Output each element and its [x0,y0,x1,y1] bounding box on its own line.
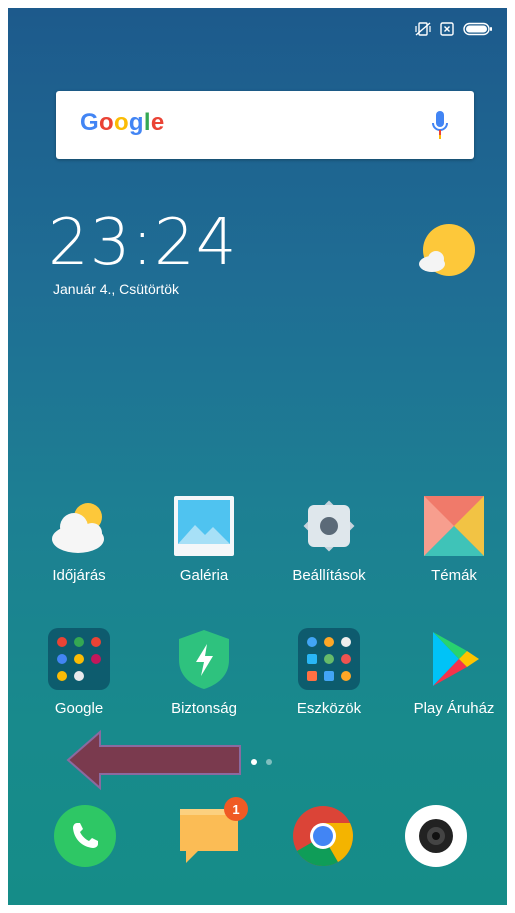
clock-time[interactable]: 23:24 [48,208,237,278]
clock-date[interactable]: Január 4., Csütörtök [53,281,179,297]
sim-card-x-icon [440,22,454,36]
sun-cloud-icon[interactable] [418,221,476,279]
app-label: Témák [431,567,477,584]
app-label: Biztonság [171,700,237,717]
app-label: Időjárás [52,567,106,584]
app-tools-folder[interactable]: Eszközök [274,628,384,717]
chrome-icon [293,806,353,867]
vibrate-off-icon [415,22,431,36]
app-label: Play Áruház [413,700,495,717]
dock-messages[interactable]: 1 [178,797,248,867]
camera-icon [405,805,467,867]
weather-icon [48,495,110,557]
app-label: Google [54,700,104,717]
logo-letter: l [143,109,151,136]
page-dot-active[interactable] [251,759,257,765]
themes-icon [423,495,485,557]
battery-full-icon [463,22,492,36]
dock-phone[interactable] [54,805,116,867]
dock-camera[interactable] [405,805,467,867]
play-store-icon [423,628,485,690]
home-screen: Google 23:24 Január 4., Csütörtök Időjár… [8,8,507,905]
app-play-store[interactable]: Play Áruház [399,628,507,717]
app-google-folder[interactable]: Google [24,628,134,717]
app-security[interactable]: Biztonság [149,628,259,717]
gallery-icon [173,495,235,557]
app-themes[interactable]: Témák [399,495,507,584]
google-search-bar[interactable]: Google [56,91,474,159]
app-label: Eszközök [296,700,362,717]
logo-letter: e [150,109,165,136]
app-weather[interactable]: Időjárás [24,495,134,584]
app-label: Beállítások [292,567,366,584]
logo-letter: o [98,109,114,136]
logo-letter: o [113,109,129,136]
app-gallery[interactable]: Galéria [149,495,259,584]
app-settings[interactable]: Beállítások [274,495,384,584]
microphone-icon[interactable] [430,110,450,140]
settings-icon [298,495,360,557]
page-dot[interactable] [266,759,272,765]
security-icon [173,628,235,690]
page-indicator[interactable] [251,759,272,765]
app-label: Galéria [179,567,229,584]
google-logo: Google [80,109,165,137]
tools-folder-icon [298,628,360,690]
notification-badge: 1 [224,797,248,821]
dock-chrome[interactable] [292,805,354,867]
status-bar [415,22,493,36]
logo-letter: G [80,109,99,136]
google-folder-icon [48,628,110,690]
phone-icon [54,805,116,867]
logo-letter: g [128,109,144,136]
left-arrow-overlay-icon [66,729,241,791]
